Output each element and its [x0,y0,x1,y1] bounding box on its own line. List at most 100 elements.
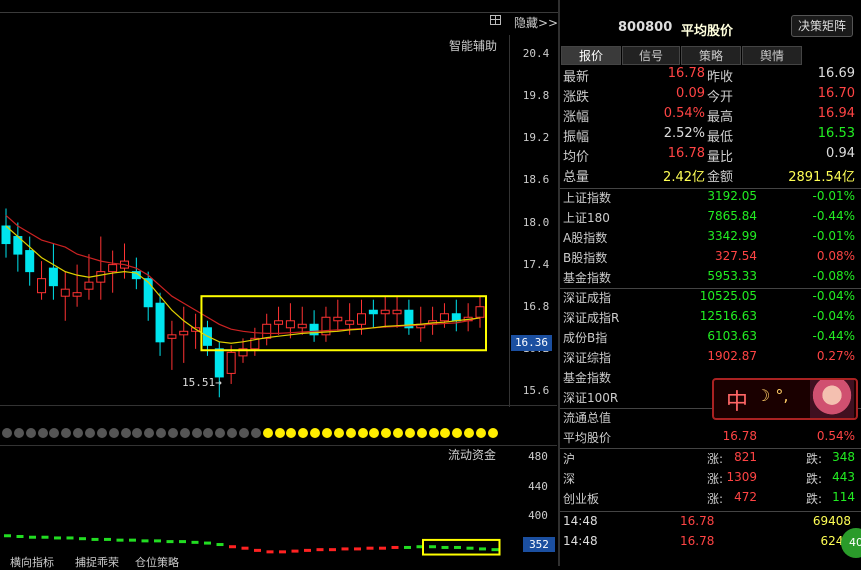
price-tick-label: 18.6 [522,173,550,187]
quote-row: 振幅 2.52% 最低 16.53 [563,126,859,146]
candle-body [345,320,355,325]
candle-body [380,309,390,315]
flow-bar [104,537,111,541]
flow-bar [354,547,361,551]
flow-bar [91,537,99,541]
index-name: B股指数 [563,251,608,265]
flow-bar [66,536,74,540]
tab-position-strategy[interactable]: 仓位策略 [135,554,179,570]
quote-label: 昨收 [707,70,734,85]
signal-dot [333,428,344,438]
up-label: 涨: [707,492,724,506]
down-label: 跌: [806,492,823,506]
signal-dots-row [0,428,500,442]
flow-bar [129,538,136,542]
tab-capture[interactable]: 捕捉乖荣 [75,554,119,570]
stock-name: 平均股价 [681,24,734,39]
quote-label: 最高 [707,110,734,125]
signal-dot [310,428,321,438]
index-row[interactable]: 深证综指 1902.87 0.27% [563,349,859,369]
signal-dot [369,428,380,438]
up-count: 1309 [726,470,757,484]
candle-body [274,320,284,325]
index-change: -0.01% [812,229,855,243]
index-name: 成份B指 [563,331,608,345]
tab-horizontal-indicator[interactable]: 横向指标 [10,554,54,570]
quote-value: 2.52% [663,126,705,141]
index-name: 上证180 [563,211,610,225]
candle-body [108,264,118,273]
bottom-tab-bar: 横向指标 捕捉乖荣 仓位策略 [0,556,557,569]
signal-dot [215,428,226,438]
flow-bar [16,534,24,538]
floating-assistant-widget[interactable]: 中 ☽ °, [712,378,858,420]
index-name: 基金指数 [563,271,612,285]
tab-quote[interactable]: 报价 [561,46,621,65]
flow-bar [141,539,149,543]
quote-value: 0.54% [663,106,705,121]
down-count: 348 [832,450,855,464]
signal-dot [73,428,84,438]
kline-chart[interactable] [0,40,509,405]
index-row[interactable]: 基金指数 5953.33 -0.08% [563,269,859,289]
index-value: 5953.33 [707,269,757,283]
index-row[interactable]: 深证成指 10525.05 -0.04% [563,289,859,309]
signal-dot [274,428,285,438]
decision-matrix-button[interactable]: 决策矩阵 [791,15,853,37]
index-value: 12516.63 [699,309,757,323]
signal-dot [357,428,368,438]
signal-dot [345,428,356,438]
candle-body [392,309,402,315]
quote-label: 金额 [707,170,734,185]
candle-body [25,250,35,273]
flow-bar [316,548,324,552]
signal-dot [156,428,167,438]
tab-signal[interactable]: 信号 [622,46,680,65]
flow-bar [116,538,124,542]
price-tick-label: 18.0 [522,215,550,229]
flow-bar [4,534,11,538]
index-row[interactable]: 平均股价 16.78 0.54% [563,429,859,449]
quote-value: 16.94 [817,106,855,121]
grid-icon[interactable] [490,15,501,25]
flow-bar [466,546,474,550]
candle-body [214,348,224,378]
index-row[interactable]: 深证成指R 12516.63 -0.04% [563,309,859,329]
candle-body [357,313,366,325]
flow-bar [379,546,386,550]
index-name: 上证指数 [563,191,612,205]
capital-flow-chart[interactable] [0,450,509,556]
row-separator [560,448,861,449]
chart-top-border [0,12,558,13]
candle-body [72,292,82,297]
signal-dot [440,428,451,438]
index-change: -0.44% [812,209,855,223]
price-tick-label: 15.6 [522,383,550,397]
down-count: 443 [832,470,855,484]
tab-strategy[interactable]: 策略 [681,46,741,65]
signal-dot [428,428,439,438]
tick-price: 16.78 [680,534,715,548]
chart-separator [0,405,557,406]
candle-body [226,351,236,374]
index-row[interactable]: 上证指数 3192.05 -0.01% [563,189,859,209]
flow-current-box: 352 [523,537,555,552]
index-value: 10525.05 [699,289,757,303]
index-row[interactable]: A股指数 3342.99 -0.01% [563,229,859,249]
index-name: 流通总值 [563,411,612,425]
index-row[interactable]: B股指数 327.54 0.08% [563,249,859,269]
market-name: 深 [563,472,576,486]
flow-bar [204,541,211,545]
low-price-marker: 15.51→ [182,376,222,389]
hide-panel-button[interactable]: 隐藏>> [514,14,558,31]
index-name: 深证100R [563,391,619,405]
signal-dot [321,428,332,438]
index-row[interactable]: 上证180 7865.84 -0.44% [563,209,859,229]
flow-bar [229,545,236,549]
tab-sentiment[interactable]: 舆情 [742,46,802,65]
signal-dot [381,428,392,438]
candle-body [451,313,461,322]
signal-dot [464,428,475,438]
index-row[interactable]: 成份B指 6103.63 -0.44% [563,329,859,349]
signal-dot [84,428,95,438]
